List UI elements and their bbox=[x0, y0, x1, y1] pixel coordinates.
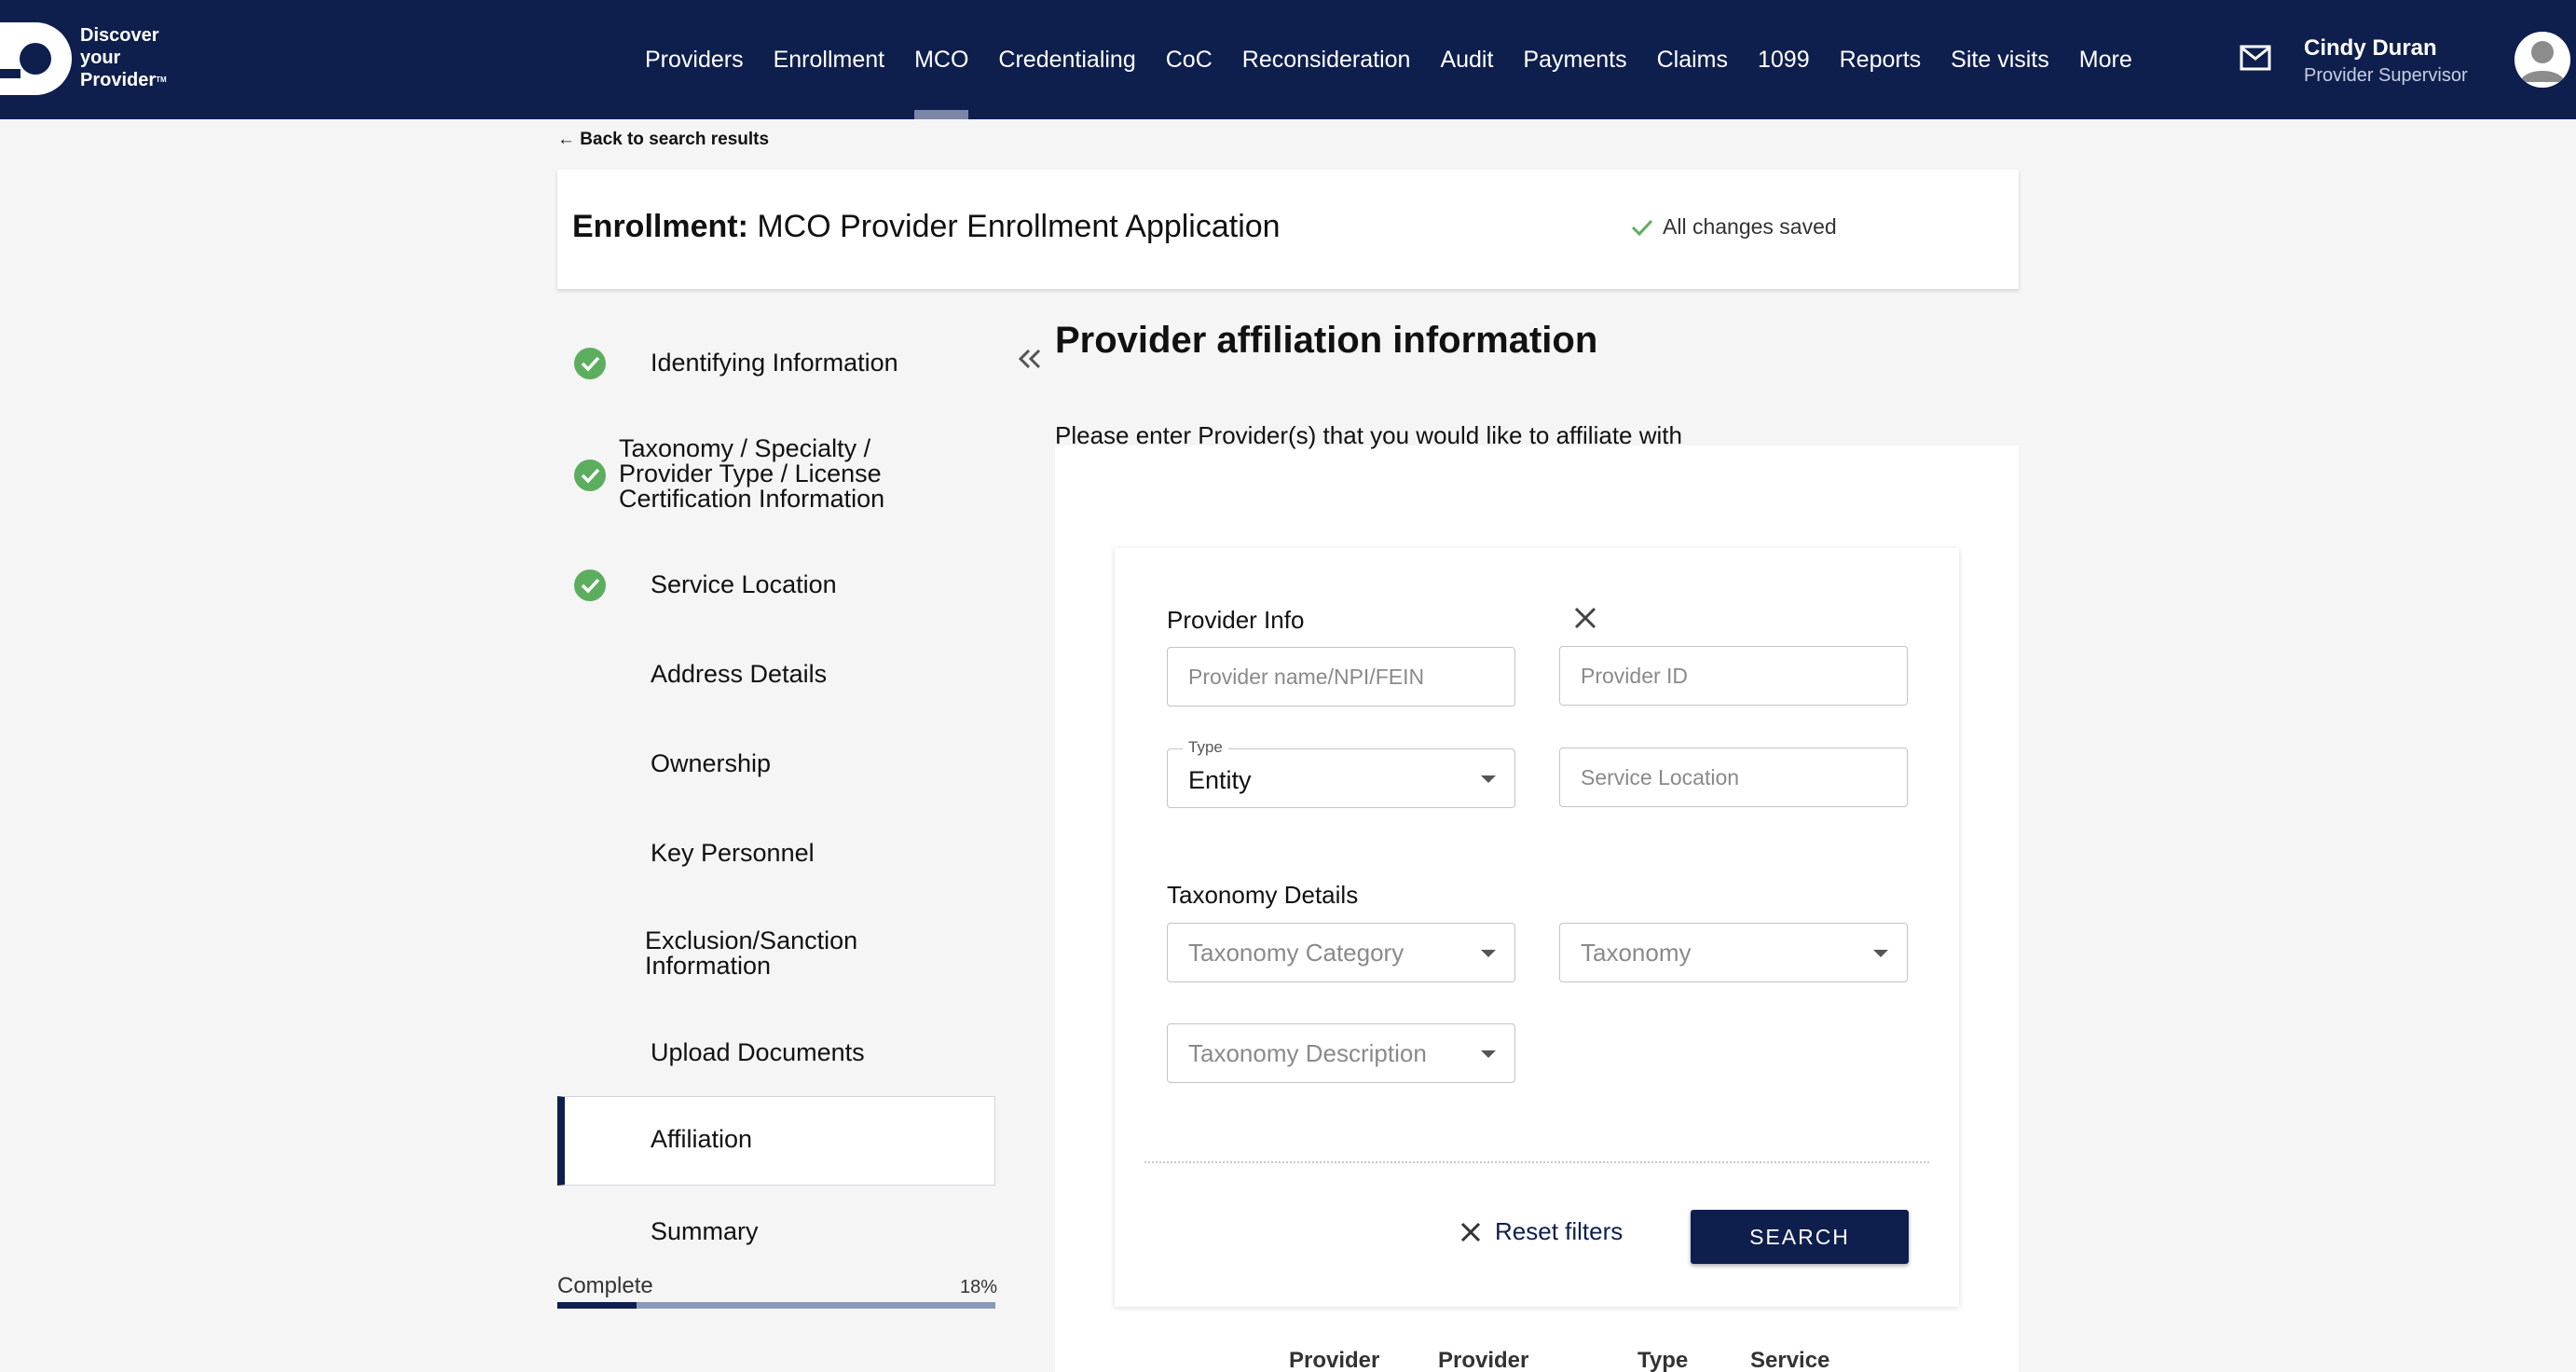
step-summary[interactable]: Summary bbox=[557, 1214, 995, 1251]
step-label: Taxonomy / Specialty / Provider Type / L… bbox=[619, 434, 885, 513]
nav-mco[interactable]: MCO bbox=[899, 0, 983, 119]
progress-bar bbox=[557, 1302, 995, 1309]
section-title: Provider affiliation information bbox=[1055, 320, 1598, 361]
page-title-prefix: Enrollment: bbox=[572, 209, 748, 244]
collapse-sidebar-icon[interactable] bbox=[1016, 345, 1044, 373]
nav-more[interactable]: More bbox=[2064, 0, 2147, 119]
taxonomy-select[interactable]: Taxonomy bbox=[1559, 923, 1908, 982]
taxonomy-details-label: Taxonomy Details bbox=[1167, 881, 1359, 909]
brand-line-1: Discover bbox=[80, 25, 159, 46]
close-icon bbox=[1460, 1222, 1481, 1242]
step-complete-check-icon bbox=[574, 348, 606, 379]
step-affiliation[interactable]: Affiliation bbox=[557, 1096, 995, 1186]
step-upload-documents[interactable]: Upload Documents bbox=[557, 1035, 995, 1072]
reset-filters-label: Reset filters bbox=[1495, 1217, 1624, 1245]
brand-line-3: Provider bbox=[80, 70, 157, 90]
dropdown-arrow-icon bbox=[1873, 950, 1888, 957]
step-label: Exclusion/Sanction Information bbox=[645, 926, 858, 980]
provider-name-npi-fein-input[interactable]: Provider name/NPI/FEIN bbox=[1167, 647, 1515, 707]
divider bbox=[1144, 1161, 1929, 1163]
back-to-search-results-link[interactable]: ← Back to search results bbox=[557, 130, 769, 150]
results-column-header[interactable]: Provider bbox=[1438, 1348, 1528, 1372]
check-icon bbox=[1631, 219, 1653, 236]
step-service-location[interactable]: Service Location bbox=[557, 567, 995, 604]
step-label: Summary bbox=[651, 1217, 759, 1245]
nav-coc[interactable]: CoC bbox=[1151, 0, 1227, 119]
brand-name: Discover your ProviderTM bbox=[80, 25, 167, 90]
service-location-input[interactable]: Service Location bbox=[1559, 748, 1908, 807]
dropdown-arrow-icon bbox=[1481, 1050, 1496, 1058]
page-title-text: MCO Provider Enrollment Application bbox=[757, 209, 1281, 244]
step-label: Service Location bbox=[651, 570, 837, 598]
step-label: Ownership bbox=[651, 749, 772, 777]
field-legend: Type bbox=[1183, 738, 1228, 757]
search-button[interactable]: SEARCH bbox=[1691, 1210, 1909, 1264]
field-placeholder: Taxonomy Description bbox=[1188, 1039, 1427, 1067]
nav-site-visits[interactable]: Site visits bbox=[1936, 0, 2064, 119]
reset-filters-button[interactable]: Reset filters bbox=[1459, 1217, 1623, 1246]
taxonomy-description-select[interactable]: Taxonomy Description bbox=[1167, 1023, 1515, 1083]
page-title: Enrollment: MCO Provider Enrollment Appl… bbox=[572, 209, 1281, 245]
step-key-personnel[interactable]: Key Personnel bbox=[557, 835, 995, 872]
step-address-details[interactable]: Address Details bbox=[557, 656, 995, 693]
step-taxonomy-specialty[interactable]: Taxonomy / Specialty / Provider Type / L… bbox=[557, 436, 995, 514]
step-exclusion-sanction[interactable]: Exclusion/Sanction Information bbox=[557, 928, 995, 981]
field-placeholder: Taxonomy Category bbox=[1188, 939, 1404, 967]
nav-audit[interactable]: Audit bbox=[1425, 0, 1508, 119]
step-identifying-information[interactable]: Identifying Information bbox=[557, 345, 995, 382]
provider-info-label: Provider Info bbox=[1167, 606, 1305, 634]
save-status: All changes saved bbox=[1631, 214, 1837, 240]
step-label: Upload Documents bbox=[651, 1038, 865, 1066]
avatar-icon bbox=[2514, 32, 2570, 88]
step-complete-check-icon bbox=[574, 569, 606, 601]
taxonomy-category-select[interactable]: Taxonomy Category bbox=[1167, 923, 1515, 982]
dropdown-arrow-icon bbox=[1481, 775, 1496, 783]
results-column-header[interactable]: Provider bbox=[1289, 1348, 1379, 1372]
nav-providers[interactable]: Providers bbox=[630, 0, 759, 119]
progress-bar-fill bbox=[557, 1302, 637, 1309]
step-complete-check-icon bbox=[574, 460, 606, 491]
section-subtitle: Please enter Provider(s) that you would … bbox=[1055, 421, 1682, 449]
nav-reconsideration[interactable]: Reconsideration bbox=[1227, 0, 1426, 119]
field-placeholder: Service Location bbox=[1581, 765, 1740, 789]
brand-line-2: your bbox=[80, 48, 121, 68]
results-column-header[interactable]: Type bbox=[1637, 1348, 1688, 1372]
field-placeholder: Taxonomy bbox=[1581, 939, 1692, 967]
progress-percent: 18% bbox=[960, 1277, 998, 1297]
user-avatar[interactable] bbox=[2514, 32, 2570, 88]
main-nav: Providers Enrollment MCO Credentialing C… bbox=[630, 0, 2147, 119]
step-label: Address Details bbox=[651, 660, 828, 688]
field-value: Entity bbox=[1188, 766, 1252, 794]
close-icon[interactable] bbox=[1573, 606, 1597, 630]
nav-payments[interactable]: Payments bbox=[1508, 0, 1641, 119]
discover-your-provider-logo-icon[interactable] bbox=[0, 22, 73, 95]
top-navigation-bar: Discover your ProviderTM Providers Enrol… bbox=[0, 0, 2576, 119]
mail-icon[interactable] bbox=[2240, 45, 2271, 71]
nav-enrollment[interactable]: Enrollment bbox=[759, 0, 900, 119]
dropdown-arrow-icon bbox=[1481, 950, 1496, 957]
nav-reports[interactable]: Reports bbox=[1825, 0, 1937, 119]
save-status-text: All changes saved bbox=[1663, 214, 1837, 239]
user-role: Provider Supervisor bbox=[2304, 65, 2468, 86]
application-title-card: Enrollment: MCO Provider Enrollment Appl… bbox=[557, 170, 2019, 289]
field-placeholder: Provider ID bbox=[1581, 664, 1689, 688]
nav-credentialing[interactable]: Credentialing bbox=[983, 0, 1150, 119]
field-placeholder: Provider name/NPI/FEIN bbox=[1188, 665, 1425, 689]
step-ownership[interactable]: Ownership bbox=[557, 746, 995, 783]
progress-label: Complete bbox=[557, 1273, 653, 1298]
nav-claims[interactable]: Claims bbox=[1642, 0, 1743, 119]
step-label: Affiliation bbox=[651, 1125, 753, 1153]
step-label: Key Personnel bbox=[651, 839, 815, 867]
type-select[interactable]: Type Entity bbox=[1167, 738, 1515, 808]
step-label: Identifying Information bbox=[651, 349, 898, 377]
nav-1099[interactable]: 1099 bbox=[1743, 0, 1825, 119]
results-column-header[interactable]: Service bbox=[1750, 1348, 1829, 1372]
user-name: Cindy Duran bbox=[2304, 35, 2437, 61]
provider-id-input[interactable]: Provider ID bbox=[1559, 646, 1908, 706]
